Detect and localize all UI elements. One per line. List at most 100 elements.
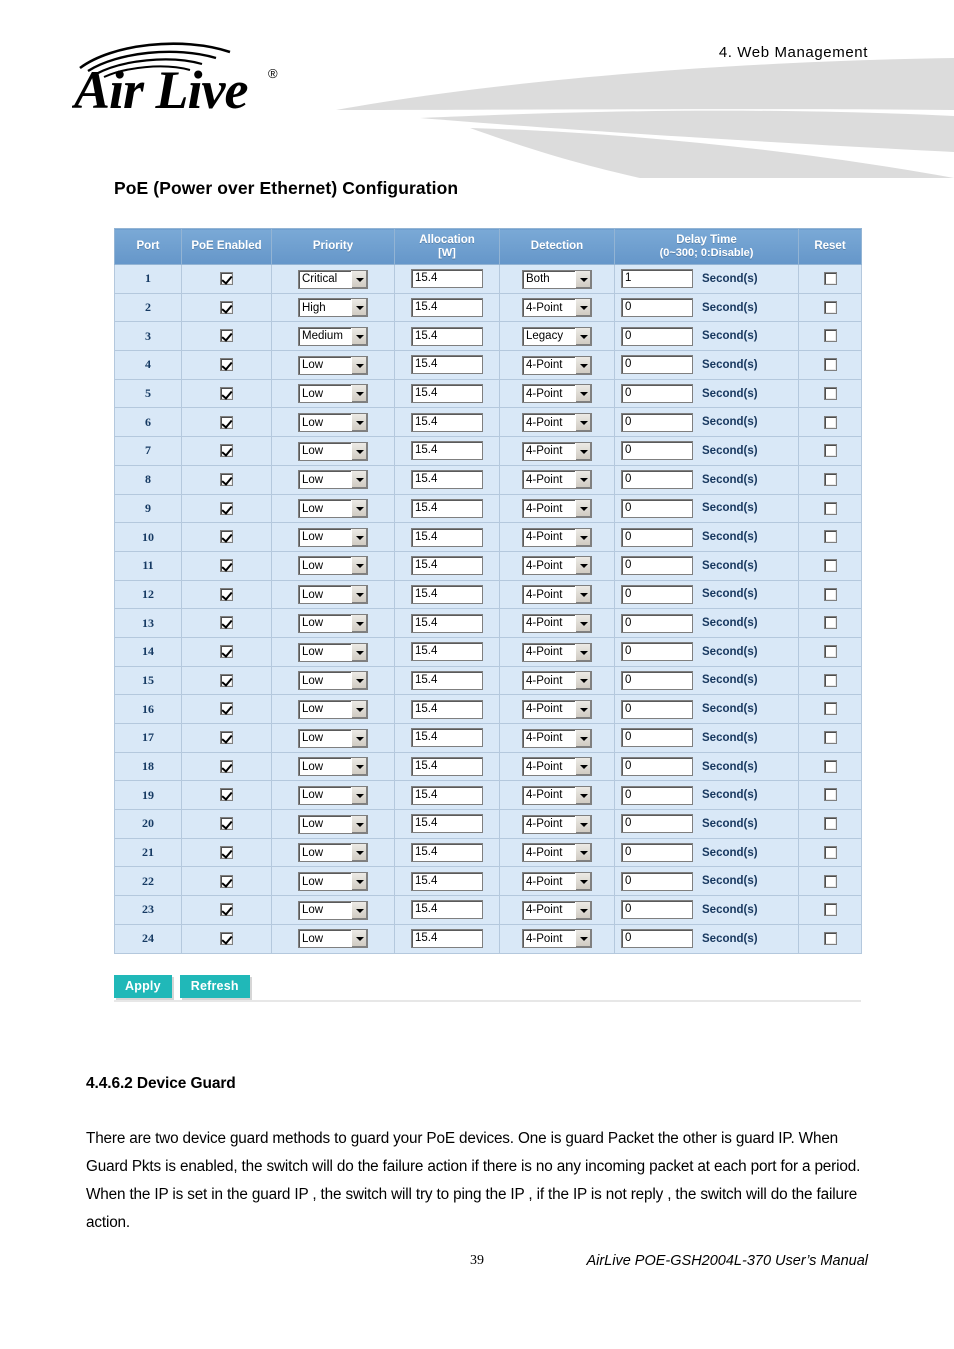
chevron-down-icon[interactable] (351, 270, 367, 288)
chevron-down-icon[interactable] (351, 442, 367, 460)
delay-time-input[interactable]: 0 (621, 929, 693, 949)
detection-select[interactable]: 4-Point (522, 728, 592, 748)
chevron-down-icon[interactable] (575, 471, 591, 489)
poe-enabled-checkbox[interactable] (220, 530, 233, 544)
chevron-down-icon[interactable] (351, 729, 367, 747)
reset-checkbox[interactable] (823, 415, 837, 429)
reset-checkbox[interactable] (823, 759, 837, 773)
poe-enabled-checkbox[interactable] (220, 759, 233, 773)
reset-checkbox[interactable] (823, 386, 837, 400)
priority-select[interactable]: Low (298, 785, 368, 805)
reset-checkbox[interactable] (823, 558, 837, 572)
reset-checkbox[interactable] (823, 845, 837, 859)
priority-select[interactable]: Low (298, 642, 368, 662)
detection-select[interactable]: 4-Point (522, 585, 592, 605)
chevron-down-icon[interactable] (351, 327, 367, 345)
allocation-input[interactable]: 15.4 (411, 498, 483, 518)
allocation-input[interactable]: 15.4 (411, 900, 483, 920)
detection-select[interactable]: Both (522, 269, 592, 289)
delay-time-input[interactable]: 0 (621, 384, 693, 404)
chevron-down-icon[interactable] (575, 758, 591, 776)
priority-select[interactable]: Low (298, 384, 368, 404)
priority-select[interactable]: High (298, 298, 368, 318)
priority-select[interactable]: Low (298, 441, 368, 461)
allocation-input[interactable]: 15.4 (411, 728, 483, 748)
chevron-down-icon[interactable] (351, 758, 367, 776)
allocation-input[interactable]: 15.4 (411, 269, 483, 289)
allocation-input[interactable]: 15.4 (411, 355, 483, 375)
allocation-input[interactable]: 15.4 (411, 613, 483, 633)
allocation-input[interactable]: 15.4 (411, 843, 483, 863)
detection-select[interactable]: 4-Point (522, 699, 592, 719)
priority-select[interactable]: Low (298, 470, 368, 490)
chevron-down-icon[interactable] (575, 643, 591, 661)
chevron-down-icon[interactable] (575, 729, 591, 747)
delay-time-input[interactable]: 0 (621, 728, 693, 748)
detection-select[interactable]: 4-Point (522, 900, 592, 920)
reset-checkbox[interactable] (823, 300, 837, 314)
priority-select[interactable]: Low (298, 499, 368, 519)
delay-time-input[interactable]: 0 (621, 814, 693, 834)
reset-checkbox[interactable] (823, 702, 837, 716)
poe-enabled-checkbox[interactable] (220, 788, 233, 802)
chevron-down-icon[interactable] (575, 528, 591, 546)
detection-select[interactable]: 4-Point (522, 757, 592, 777)
priority-select[interactable]: Critical (298, 269, 368, 289)
delay-time-input[interactable]: 0 (621, 785, 693, 805)
chevron-down-icon[interactable] (575, 557, 591, 575)
reset-checkbox[interactable] (823, 472, 837, 486)
reset-checkbox[interactable] (823, 817, 837, 831)
detection-select[interactable]: 4-Point (522, 613, 592, 633)
delay-time-input[interactable]: 0 (621, 584, 693, 604)
chevron-down-icon[interactable] (575, 614, 591, 632)
chevron-down-icon[interactable] (351, 557, 367, 575)
reset-checkbox[interactable] (823, 874, 837, 888)
delay-time-input[interactable]: 0 (621, 871, 693, 891)
allocation-input[interactable]: 15.4 (411, 699, 483, 719)
delay-time-input[interactable]: 0 (621, 642, 693, 662)
chevron-down-icon[interactable] (575, 586, 591, 604)
priority-select[interactable]: Low (298, 585, 368, 605)
delay-time-input[interactable]: 0 (621, 757, 693, 777)
delay-time-input[interactable]: 0 (621, 498, 693, 518)
priority-select[interactable]: Low (298, 613, 368, 633)
priority-select[interactable]: Low (298, 556, 368, 576)
detection-select[interactable]: 4-Point (522, 872, 592, 892)
chevron-down-icon[interactable] (351, 844, 367, 862)
allocation-input[interactable]: 15.4 (411, 929, 483, 949)
chevron-down-icon[interactable] (575, 442, 591, 460)
chevron-down-icon[interactable] (575, 356, 591, 374)
reset-checkbox[interactable] (823, 673, 837, 687)
delay-time-input[interactable]: 0 (621, 412, 693, 432)
poe-enabled-checkbox[interactable] (220, 358, 233, 372)
reset-checkbox[interactable] (823, 645, 837, 659)
poe-enabled-checkbox[interactable] (220, 673, 233, 687)
poe-enabled-checkbox[interactable] (220, 817, 233, 831)
poe-enabled-checkbox[interactable] (220, 845, 233, 859)
poe-enabled-checkbox[interactable] (220, 300, 233, 314)
delay-time-input[interactable]: 0 (621, 699, 693, 719)
detection-select[interactable]: 4-Point (522, 814, 592, 834)
detection-select[interactable]: 4-Point (522, 355, 592, 375)
delay-time-input[interactable]: 0 (621, 298, 693, 318)
detection-select[interactable]: 4-Point (522, 499, 592, 519)
chevron-down-icon[interactable] (351, 356, 367, 374)
chevron-down-icon[interactable] (351, 614, 367, 632)
allocation-input[interactable]: 15.4 (411, 384, 483, 404)
chevron-down-icon[interactable] (351, 815, 367, 833)
detection-select[interactable]: 4-Point (522, 929, 592, 949)
reset-checkbox[interactable] (823, 358, 837, 372)
reset-checkbox[interactable] (823, 616, 837, 630)
allocation-input[interactable]: 15.4 (411, 785, 483, 805)
poe-enabled-checkbox[interactable] (220, 329, 233, 343)
delay-time-input[interactable]: 0 (621, 326, 693, 346)
reset-checkbox[interactable] (823, 731, 837, 745)
allocation-input[interactable]: 15.4 (411, 470, 483, 490)
priority-select[interactable]: Low (298, 355, 368, 375)
refresh-button[interactable]: Refresh (179, 975, 250, 998)
detection-select[interactable]: 4-Point (522, 843, 592, 863)
allocation-input[interactable]: 15.4 (411, 814, 483, 834)
allocation-input[interactable]: 15.4 (411, 527, 483, 547)
poe-enabled-checkbox[interactable] (220, 903, 233, 917)
poe-enabled-checkbox[interactable] (220, 444, 233, 458)
